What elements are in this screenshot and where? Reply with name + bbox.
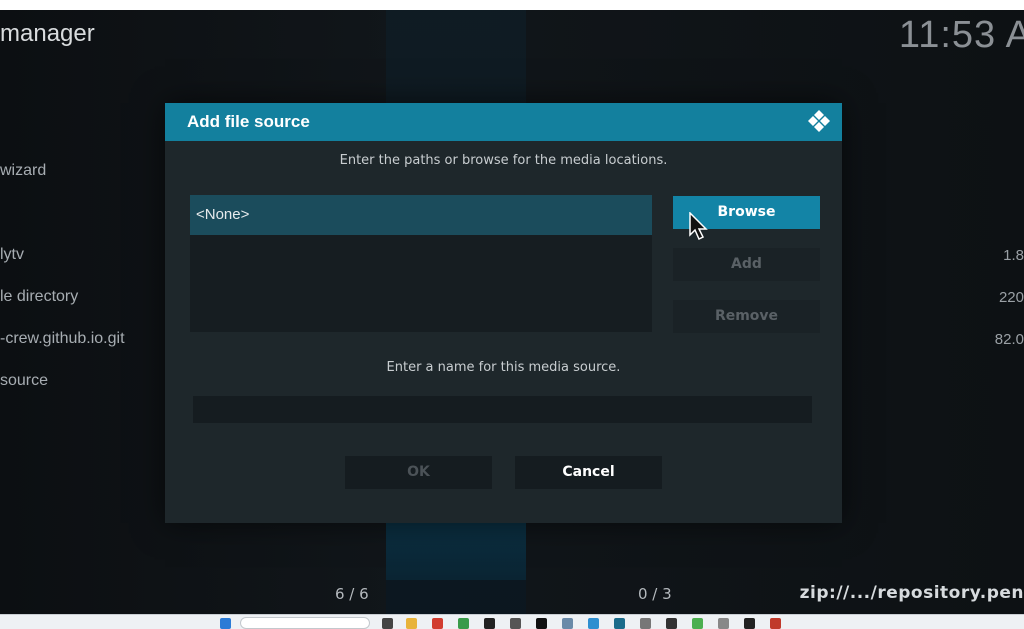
zip-path-label: zip://.../repository.pen	[799, 583, 1024, 603]
media-source-name-input[interactable]	[193, 396, 812, 423]
app-icon[interactable]	[718, 618, 729, 629]
app-icon[interactable]	[458, 618, 469, 629]
file-explorer-icon[interactable]	[406, 618, 417, 629]
app-icon[interactable]	[666, 618, 677, 629]
kodi-logo-icon	[808, 110, 830, 132]
start-icon[interactable]	[220, 618, 231, 629]
pager-right: 0 / 3	[638, 585, 672, 603]
background-list-item[interactable]: lytv	[0, 246, 24, 264]
background-center-highlight	[386, 520, 526, 580]
add-file-source-dialog: Add file source Enter the paths or brows…	[165, 103, 842, 523]
background-list-size: 220	[998, 289, 1024, 306]
background-page-title: manager	[0, 20, 95, 47]
window-top-border	[0, 0, 1024, 10]
background-list-size: 1.8	[1003, 247, 1024, 264]
app-icon[interactable]	[536, 618, 547, 629]
app-icon[interactable]	[562, 618, 573, 629]
paths-hint: Enter the paths or browse for the media …	[339, 153, 668, 168]
app-icon[interactable]	[484, 618, 495, 629]
taskbar-search-box[interactable]	[240, 617, 370, 629]
remove-button[interactable]: Remove	[673, 300, 820, 333]
browser-icon[interactable]	[432, 618, 443, 629]
task-view-icon[interactable]	[382, 618, 393, 629]
dialog-title: Add file source	[187, 112, 310, 131]
background-list-size: 82.0	[994, 331, 1024, 348]
app-icon[interactable]	[770, 618, 781, 629]
path-list-item-label: <None>	[196, 206, 250, 223]
ok-button[interactable]: OK	[345, 456, 492, 489]
os-taskbar	[0, 614, 1024, 629]
background-list-item[interactable]: le directory	[0, 288, 78, 306]
dialog-header: Add file source	[165, 103, 842, 141]
app-icon[interactable]	[510, 618, 521, 629]
add-button[interactable]: Add	[673, 248, 820, 281]
clock: 11:53 A	[898, 14, 1024, 56]
app-icon[interactable]	[744, 618, 755, 629]
app-icon[interactable]	[588, 618, 599, 629]
mouse-pointer-icon	[689, 212, 708, 241]
app-icon[interactable]	[692, 618, 703, 629]
path-list: <None>	[190, 195, 652, 332]
app-icon[interactable]	[640, 618, 651, 629]
pager-left: 6 / 6	[335, 585, 369, 603]
name-hint: Enter a name for this media source.	[386, 360, 621, 375]
background-list-item[interactable]: -crew.github.io.git	[0, 330, 125, 348]
cancel-button[interactable]: Cancel	[515, 456, 662, 489]
path-list-item[interactable]: <None>	[190, 195, 652, 235]
background-list-item[interactable]: source	[0, 372, 48, 390]
kodi-app-icon[interactable]	[614, 618, 625, 629]
background-list-item[interactable]: wizard	[0, 162, 46, 180]
